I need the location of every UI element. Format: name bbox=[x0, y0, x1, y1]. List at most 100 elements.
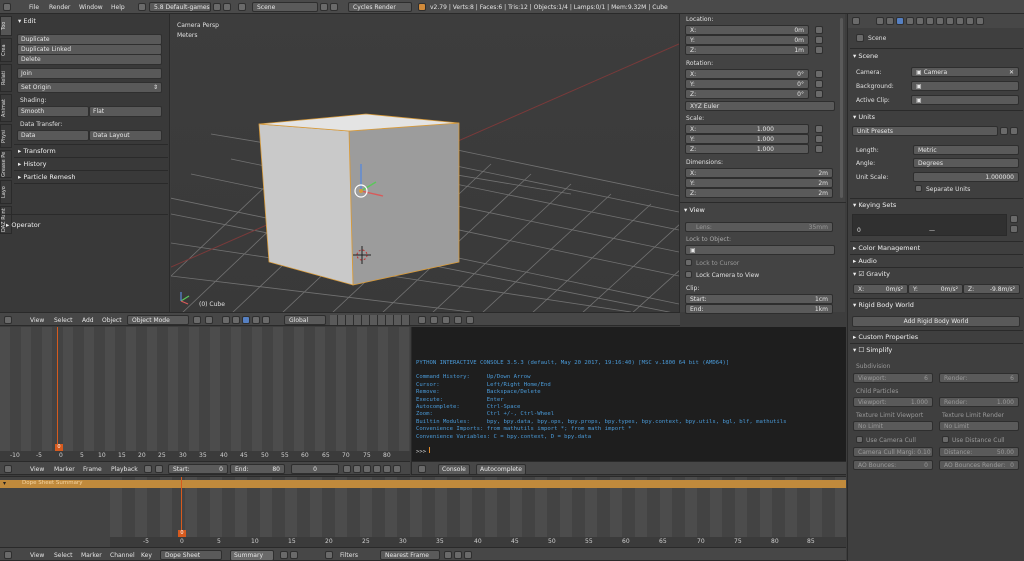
menu-view[interactable]: View bbox=[30, 466, 44, 473]
operator-panel-header[interactable]: ▸ Operator bbox=[6, 221, 40, 229]
add-rigid-body-button[interactable]: Add Rigid Body World bbox=[852, 316, 1020, 327]
gravity-panel-header[interactable]: ▾ ☑ Gravity bbox=[853, 270, 890, 278]
scale-z-field[interactable]: Z: 1.000 bbox=[685, 144, 809, 154]
rotation-mode-select[interactable]: XYZ Euler bbox=[685, 101, 835, 111]
menu-channel[interactable]: Channel bbox=[110, 552, 135, 559]
rotation-z-field[interactable]: Z: 0° bbox=[685, 89, 809, 99]
scene-panel-header[interactable]: ▾ Scene bbox=[853, 52, 878, 60]
menu-help[interactable]: Help bbox=[111, 4, 125, 11]
console-menu-button[interactable]: Console bbox=[438, 464, 470, 475]
render-preview-icon[interactable] bbox=[466, 316, 474, 324]
render-engine-select[interactable]: Cycles Render bbox=[348, 2, 412, 12]
tab-tools[interactable]: Too bbox=[0, 16, 12, 36]
edit-panel-header[interactable]: ▾ Edit bbox=[18, 17, 36, 25]
console-input-line[interactable]: >>> bbox=[416, 447, 846, 456]
add-scene-icon[interactable] bbox=[320, 3, 328, 11]
scale-icon[interactable] bbox=[252, 316, 260, 324]
scale-y-field[interactable]: Y: 1.000 bbox=[685, 134, 809, 144]
shading-mode-icon[interactable] bbox=[193, 316, 201, 324]
simplify-checkbox-icon[interactable]: ☐ bbox=[858, 346, 864, 354]
location-y-field[interactable]: Y: 0m bbox=[685, 35, 809, 45]
pivot-icon[interactable] bbox=[205, 316, 213, 324]
rotate-icon[interactable] bbox=[242, 316, 250, 324]
rigid-body-panel-header[interactable]: ▾ Rigid Body World bbox=[853, 301, 914, 309]
data-button[interactable]: Data bbox=[17, 130, 89, 141]
end-frame-field[interactable]: End: 80 bbox=[230, 464, 285, 474]
checkbox-icon[interactable] bbox=[942, 436, 949, 443]
lock-icon[interactable] bbox=[815, 36, 823, 44]
lock-icon[interactable] bbox=[815, 90, 823, 98]
menu-marker[interactable]: Marker bbox=[54, 466, 75, 473]
menu-window[interactable]: Window bbox=[79, 4, 103, 11]
color-management-panel-header[interactable]: ▸ Color Management bbox=[853, 244, 920, 252]
playhead-marker[interactable]: 0 bbox=[55, 444, 63, 451]
menu-marker[interactable]: Marker bbox=[81, 552, 102, 559]
unit-presets-select[interactable]: Unit Presets bbox=[852, 126, 998, 136]
summary-row[interactable]: ▾ Dope Sheet Summary bbox=[0, 480, 846, 488]
checkbox-icon[interactable] bbox=[685, 271, 692, 278]
editor-type-icon[interactable] bbox=[4, 316, 12, 324]
next-key-icon[interactable] bbox=[383, 465, 391, 473]
particle-remesh-panel-header[interactable]: ▸ Particle Remesh bbox=[18, 173, 76, 181]
lock-icon[interactable] bbox=[815, 125, 823, 133]
rotation-y-field[interactable]: Y: 0° bbox=[685, 79, 809, 89]
scene-icon[interactable] bbox=[238, 3, 246, 11]
remove-preset-icon[interactable] bbox=[1010, 127, 1018, 135]
texture-limit-viewport-select[interactable]: No Limit bbox=[853, 421, 933, 431]
lock-layer-icon[interactable] bbox=[418, 316, 426, 324]
simplify-panel-header[interactable]: ▾ ☐ Simplify bbox=[853, 346, 892, 354]
menu-view[interactable]: View bbox=[30, 552, 44, 559]
join-button[interactable]: Join bbox=[17, 68, 162, 79]
show-hidden-icon[interactable] bbox=[290, 551, 298, 559]
set-origin-dropdown[interactable]: Set Origin ⇕ bbox=[17, 82, 162, 93]
filter-icon[interactable] bbox=[325, 551, 333, 559]
child-particles-viewport-field[interactable]: Viewport: 1.000 bbox=[853, 397, 933, 407]
paste-flipped-icon[interactable] bbox=[464, 551, 472, 559]
checkbox-icon[interactable] bbox=[685, 259, 692, 266]
gravity-checkbox-icon[interactable]: ☑ bbox=[858, 270, 864, 278]
data-layout-button[interactable]: Data Layout bbox=[89, 130, 162, 141]
custom-properties-panel-header[interactable]: ▸ Custom Properties bbox=[853, 333, 918, 341]
units-panel-header[interactable]: ▾ Units bbox=[853, 113, 875, 121]
orientation-icon[interactable] bbox=[262, 316, 270, 324]
material-tab-icon[interactable] bbox=[946, 17, 954, 25]
summary-expand-icon[interactable]: ▾ bbox=[3, 480, 6, 487]
texture-tab-icon[interactable] bbox=[956, 17, 964, 25]
summary-toggle-button[interactable]: Summary bbox=[230, 550, 274, 561]
mode-select[interactable]: Object Mode bbox=[127, 315, 189, 325]
lock-icon[interactable] bbox=[815, 135, 823, 143]
current-frame-field[interactable]: 0 bbox=[291, 464, 339, 474]
manipulator-icon[interactable] bbox=[222, 316, 230, 324]
only-selected-icon[interactable] bbox=[280, 551, 288, 559]
lock-object-select[interactable]: ▣ bbox=[685, 245, 835, 255]
add-screen-icon[interactable] bbox=[213, 3, 221, 11]
distance-field[interactable]: Distance: 50.00 bbox=[939, 447, 1019, 457]
translate-icon[interactable] bbox=[232, 316, 240, 324]
dope-sheet-mode-select[interactable]: Dope Sheet bbox=[160, 550, 222, 560]
editor-type-icon[interactable] bbox=[4, 465, 12, 473]
editor-type-icon[interactable] bbox=[852, 17, 860, 25]
screen-layout-icon[interactable] bbox=[138, 3, 146, 11]
snap-mode-select[interactable]: Nearest Frame bbox=[380, 550, 440, 560]
length-select[interactable]: Metric bbox=[913, 145, 1019, 155]
menu-key[interactable]: Key bbox=[141, 552, 152, 559]
background-field[interactable]: ▣ bbox=[911, 81, 1019, 91]
editor-type-icon[interactable] bbox=[4, 551, 12, 559]
tab-create[interactable]: Crea bbox=[0, 38, 12, 62]
menu-playback[interactable]: Playback bbox=[111, 466, 138, 473]
timeline-area[interactable]: 0 -10 -5 0 5 10 15 20 25 30 35 40 45 50 … bbox=[0, 327, 410, 461]
start-frame-field[interactable]: Start: 0 bbox=[168, 464, 228, 474]
tab-layout[interactable]: Layo bbox=[0, 180, 12, 204]
clip-start-field[interactable]: Start: 1cm bbox=[685, 294, 833, 304]
editor-type-icon[interactable] bbox=[3, 3, 11, 11]
menu-frame[interactable]: Frame bbox=[83, 466, 102, 473]
dope-sheet[interactable]: ▾ Dope Sheet Summary 0 -5 0 5 10 15 20 2… bbox=[0, 476, 846, 548]
particles-tab-icon[interactable] bbox=[966, 17, 974, 25]
render-tab-icon[interactable] bbox=[876, 17, 884, 25]
snap-icon[interactable] bbox=[442, 316, 450, 324]
scale-x-field[interactable]: X: 1.000 bbox=[685, 124, 809, 134]
gravity-y-field[interactable]: Y: 0m/s² bbox=[908, 284, 963, 294]
gravity-z-field[interactable]: Z: -9.8m/s² bbox=[963, 284, 1020, 294]
texture-limit-render-select[interactable]: No Limit bbox=[939, 421, 1019, 431]
snap-element-icon[interactable] bbox=[454, 316, 462, 324]
